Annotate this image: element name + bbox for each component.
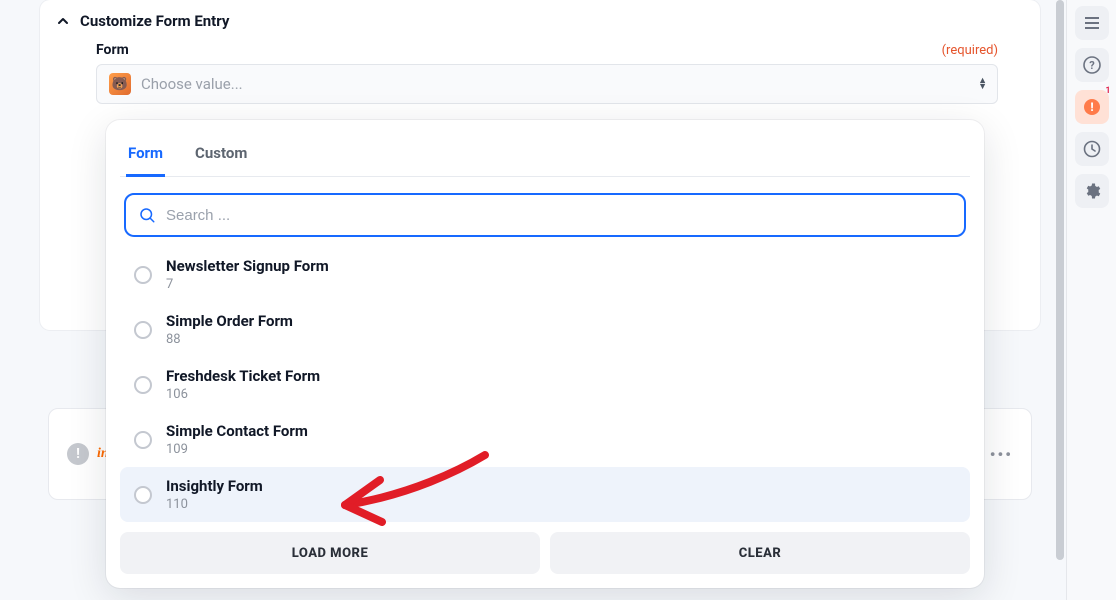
option-title: Simple Contact Form (166, 422, 308, 440)
svg-text:?: ? (1089, 59, 1095, 72)
more-menu[interactable]: ••• (990, 445, 1013, 464)
option-title: Simple Order Form (166, 312, 293, 330)
list-item[interactable]: Simple Contact Form 109 (120, 412, 970, 467)
history-icon[interactable] (1075, 132, 1109, 166)
tab-form[interactable]: Form (126, 138, 165, 177)
option-title: Freshdesk Ticket Form (166, 367, 320, 385)
help-icon[interactable]: ? (1075, 48, 1109, 82)
search-icon (138, 206, 156, 224)
radio-icon (134, 486, 152, 504)
dropdown-tabs: Form Custom (120, 138, 970, 177)
field-label-form: Form (96, 42, 129, 58)
radio-icon (134, 321, 152, 339)
scrollbar-thumb[interactable] (1056, 0, 1064, 560)
right-rail: ? ! (1066, 0, 1116, 600)
list-item[interactable]: Insightly Form 110 (120, 467, 970, 522)
chevron-up-icon (54, 12, 72, 30)
select-arrows-icon: ▲▼ (978, 78, 987, 90)
search-input[interactable] (166, 207, 952, 224)
form-select[interactable]: 🐻 Choose value... ▲▼ (96, 64, 998, 104)
gear-icon[interactable] (1075, 174, 1109, 208)
option-id: 106 (166, 387, 320, 402)
warning-badge-icon: ! (67, 443, 89, 465)
option-id: 109 (166, 442, 308, 457)
options-list: Newsletter Signup Form 7 Simple Order Fo… (120, 247, 970, 522)
search-field-wrapper[interactable] (124, 193, 966, 237)
menu-icon[interactable] (1075, 6, 1109, 40)
option-id: 7 (166, 277, 329, 292)
list-item[interactable]: Freshdesk Ticket Form 106 (120, 357, 970, 412)
wpforms-icon: 🐻 (109, 73, 131, 95)
section-header[interactable]: Customize Form Entry (54, 8, 998, 42)
option-id: 88 (166, 332, 293, 347)
load-more-button[interactable]: LOAD MORE (120, 532, 540, 574)
option-id: 110 (166, 497, 263, 512)
tab-custom[interactable]: Custom (193, 138, 249, 177)
page-scrollbar[interactable] (1056, 0, 1064, 600)
radio-icon (134, 376, 152, 394)
option-title: Insightly Form (166, 477, 263, 495)
clear-button[interactable]: CLEAR (550, 532, 970, 574)
alert-icon[interactable]: ! (1075, 90, 1109, 124)
option-title: Newsletter Signup Form (166, 257, 329, 275)
form-dropdown-popover: Form Custom Newsletter Signup Form 7 (106, 120, 984, 588)
radio-icon (134, 266, 152, 284)
form-select-placeholder: Choose value... (141, 75, 243, 93)
svg-text:!: ! (1090, 100, 1093, 114)
section-title: Customize Form Entry (80, 12, 229, 30)
list-item[interactable]: Newsletter Signup Form 7 (120, 247, 970, 302)
radio-icon (134, 431, 152, 449)
required-indicator: (required) (942, 43, 998, 58)
list-item[interactable]: Simple Order Form 88 (120, 302, 970, 357)
